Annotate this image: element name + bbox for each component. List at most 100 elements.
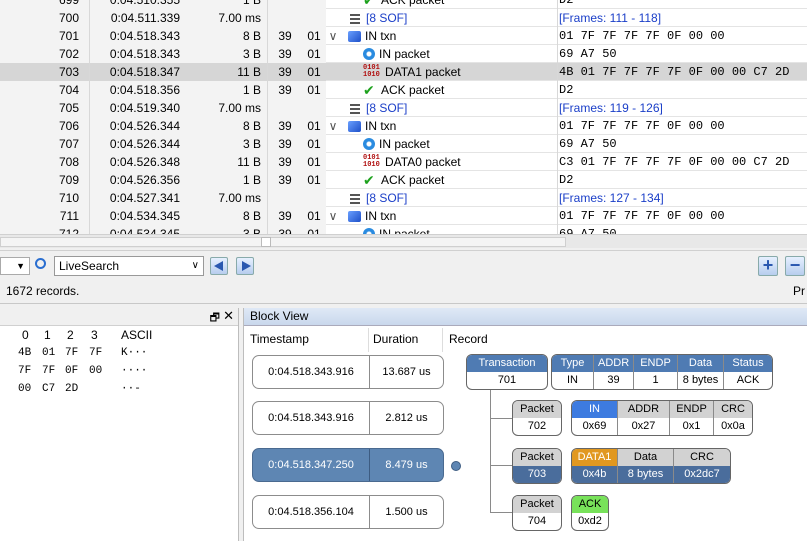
hex-row[interactable]: 4B 01 7F 7F K··· xyxy=(0,347,230,363)
table-row[interactable]: 710 0:04.527.341 7.00 ms [8 SOF] [Frames: 12… xyxy=(0,189,807,207)
table-row[interactable]: 711 0:04.534.345 8 B 39 01 ∨ IN txn 01 7F 7F 7F… xyxy=(0,207,807,225)
record-field: IN 0x69 xyxy=(572,401,618,435)
pin-icon[interactable]: 🗗 xyxy=(210,309,220,328)
entry-timestamp: 0:04.518.343.916 xyxy=(253,402,370,434)
packet-fields-block[interactable]: IN 0x69 ADDR 0x27 ENDP 0x1 CRC 0x0a xyxy=(571,400,753,436)
row-endp: 01 xyxy=(302,207,326,225)
table-row[interactable]: 700 0:04.511.339 7.00 ms [8 SOF] [Frames: 11… xyxy=(0,9,807,27)
tree-connector xyxy=(490,465,512,466)
hex-byte: 0F xyxy=(65,365,79,377)
table-row[interactable]: 707 0:04.526.344 3 B 39 01 IN packet 69 A7 50 xyxy=(0,135,807,153)
tree-connector xyxy=(490,390,491,513)
expand-toggle-icon[interactable]: ∨ xyxy=(326,117,340,135)
expand-toggle-icon xyxy=(326,99,340,117)
expand-toggle-icon[interactable]: ∨ xyxy=(326,207,340,225)
livesearch-select[interactable]: LiveSearch ∨ xyxy=(54,256,204,276)
hex-column-header: 3 xyxy=(91,328,98,342)
collapse-button[interactable]: − xyxy=(785,256,805,276)
timing-entry[interactable]: 0:04.518.343.916 2.812 us xyxy=(252,401,444,435)
row-addr: 39 xyxy=(268,45,302,63)
dropdown-arrow-icon[interactable]: ▼ xyxy=(0,257,30,275)
row-data-text: 01 7F 7F 7F 7F 0F 00 00 xyxy=(559,29,725,43)
expand-toggle-icon xyxy=(326,135,340,153)
row-index: 709 xyxy=(0,171,90,189)
row-record: IN txn xyxy=(348,207,548,225)
hex-byte: 2D xyxy=(65,383,79,395)
entry-timestamp: 0:04.518.347.250 xyxy=(253,449,370,481)
row-record: [8 SOF] xyxy=(348,9,548,27)
row-timestamp: 0:04.526.344 xyxy=(90,135,184,153)
packet-fields-block[interactable]: DATA1 0x4b Data 8 bytes CRC 0x2dc7 xyxy=(571,448,731,484)
table-row[interactable]: 703 0:04.518.347 11 B 39 01 0101 1010 DATA1 pac… xyxy=(0,63,807,81)
expand-toggle-icon xyxy=(326,63,340,81)
search-next-button[interactable] xyxy=(236,257,254,275)
field-name: Transaction xyxy=(467,355,547,372)
row-data: D2 xyxy=(557,171,807,189)
expand-toggle-icon xyxy=(326,9,340,27)
row-record: 0101 1010 DATA1 packet xyxy=(363,63,563,81)
timestamp-column-header[interactable]: Timestamp xyxy=(250,332,309,346)
hex-byte: 7F xyxy=(89,347,103,359)
table-row[interactable]: 708 0:04.526.348 11 B 39 01 0101 1010 DATA0 pac… xyxy=(0,153,807,171)
ack-icon: ✔ xyxy=(363,172,375,188)
txn-icon xyxy=(348,31,361,42)
entry-duration: 1.500 us xyxy=(385,506,428,518)
record-label: IN packet xyxy=(379,47,430,61)
row-data: [Frames: 111 - 118] xyxy=(557,9,807,27)
row-addr xyxy=(268,9,302,27)
expand-toggle-icon xyxy=(326,0,340,9)
table-row[interactable]: 702 0:04.518.343 3 B 39 01 IN packet 69 A7 50 xyxy=(0,45,807,63)
packet-block[interactable]: Packet 702 xyxy=(512,400,562,436)
record-column-header[interactable]: Record xyxy=(449,332,488,346)
timing-entry[interactable]: 0:04.518.343.916 13.687 us xyxy=(252,355,444,389)
table-row[interactable]: 704 0:04.518.356 1 B 39 01 ✔ ACK packet D2 xyxy=(0,81,807,99)
row-timestamp: 0:04.534.345 xyxy=(90,207,184,225)
record-field: Data 8 bytes xyxy=(678,355,724,389)
expand-toggle-icon[interactable]: ∨ xyxy=(326,27,340,45)
transaction-block[interactable]: Transaction 701 xyxy=(466,354,548,390)
row-data-text: [Frames: 119 - 126] xyxy=(559,101,663,115)
duration-column-header[interactable]: Duration xyxy=(373,332,418,346)
transaction-fields-block[interactable]: Type IN ADDR 39 ENDP 1 Data 8 bytes Status ACK xyxy=(551,354,773,390)
record-label: ACK packet xyxy=(381,173,445,187)
hex-row[interactable]: 7F 7F 0F 00 ···· xyxy=(0,365,230,381)
row-length: 3 B xyxy=(184,45,268,63)
search-previous-button[interactable] xyxy=(210,257,228,275)
table-row[interactable]: 709 0:04.526.356 1 B 39 01 ✔ ACK packet D2 xyxy=(0,171,807,189)
expand-toggle-icon xyxy=(326,81,340,99)
hex-column-header: 1 xyxy=(44,328,51,342)
scrollbar-thumb[interactable] xyxy=(0,237,566,247)
row-data: 69 A7 50 xyxy=(557,45,807,63)
horizontal-scrollbar[interactable] xyxy=(0,234,807,248)
data-packet-icon: 0101 1010 xyxy=(363,64,380,79)
row-index: 712 xyxy=(0,225,90,234)
record-label: [8 SOF] xyxy=(366,11,408,25)
packet-block[interactable]: Packet 703 xyxy=(512,448,562,484)
expand-toggle-icon xyxy=(326,45,340,63)
expand-button[interactable]: + xyxy=(758,256,778,276)
row-data: D2 xyxy=(557,0,807,9)
packet-fields-block[interactable]: ACK 0xd2 xyxy=(571,495,609,531)
hex-byte: 7F xyxy=(65,347,79,359)
close-icon[interactable]: ✕ xyxy=(223,308,234,324)
row-data: [Frames: 127 - 134] xyxy=(557,189,807,207)
hex-row[interactable]: 00 C7 2D ··- xyxy=(0,383,230,399)
row-record: [8 SOF] xyxy=(348,189,548,207)
timing-entry[interactable]: 0:04.518.356.104 1.500 us xyxy=(252,495,444,529)
field-value: 0x27 xyxy=(631,420,656,432)
expand-toggle-icon xyxy=(326,225,340,234)
table-row[interactable]: 701 0:04.518.343 8 B 39 01 ∨ IN txn 01 7F 7F 7F… xyxy=(0,27,807,45)
table-row[interactable]: 706 0:04.526.344 8 B 39 01 ∨ IN txn 01 7F 7F 7F… xyxy=(0,117,807,135)
row-length: 1 B xyxy=(184,171,268,189)
table-row[interactable]: 712 0:04.534.345 3 B 39 01 IN packet 69 A7 50 xyxy=(0,225,807,234)
record-field: Data 8 bytes xyxy=(618,449,674,483)
timing-entry[interactable]: 0:04.518.347.250 8.479 us xyxy=(252,448,444,482)
packet-block[interactable]: Packet 704 xyxy=(512,495,562,531)
transaction-table[interactable]: 699 0:04.510.355 1 B ✔ ACK packet D2 700 0:04.5… xyxy=(0,0,807,234)
table-row[interactable]: 699 0:04.510.355 1 B ✔ ACK packet D2 xyxy=(0,0,807,9)
table-row[interactable]: 705 0:04.519.340 7.00 ms [8 SOF] [Frames: 11… xyxy=(0,99,807,117)
chevron-down-icon[interactable]: ∨ xyxy=(192,257,199,275)
row-index: 703 xyxy=(0,63,90,81)
field-value: 701 xyxy=(497,374,517,386)
field-name: CRC xyxy=(714,401,752,418)
